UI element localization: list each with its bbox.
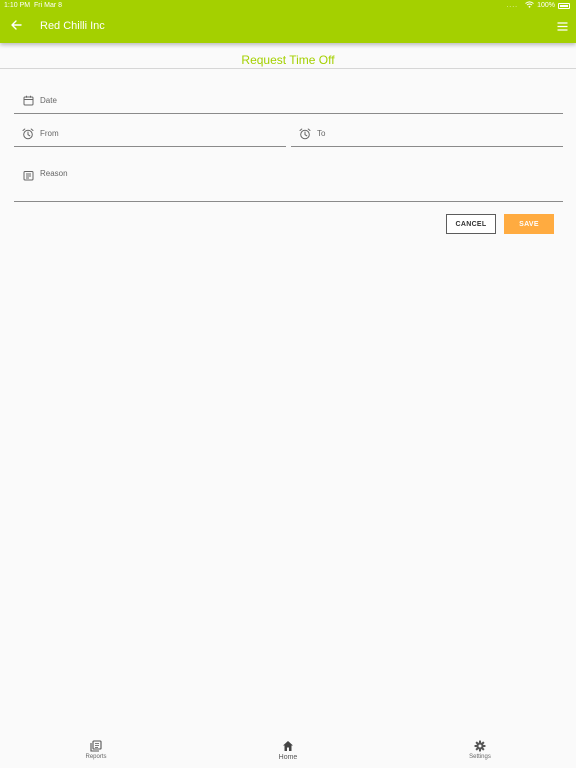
notes-icon	[22, 169, 34, 181]
from-label: From	[40, 129, 59, 138]
wifi-icon	[525, 1, 534, 10]
app-title: Red Chilli Inc	[40, 20, 105, 32]
from-time-field[interactable]: From	[14, 121, 286, 147]
tab-label: Reports	[85, 754, 107, 760]
tab-reports[interactable]: Reports	[66, 740, 126, 760]
date-label: Date	[40, 96, 57, 105]
battery-icon	[558, 2, 570, 9]
to-time-field[interactable]: To	[291, 121, 563, 147]
reason-field[interactable]: Reason	[14, 165, 563, 202]
app-bar: 1:10 PM Fri Mar 8 .... 100% Red Chilli I…	[0, 0, 576, 43]
calendar-icon	[22, 95, 34, 107]
bottom-nav: Reports Home Settings	[0, 735, 576, 768]
hamburger-menu-icon	[557, 18, 568, 36]
battery-percent: 100%	[537, 2, 555, 9]
status-time: 1:10 PM	[4, 2, 31, 9]
title-divider	[0, 68, 576, 69]
gear-icon	[474, 740, 486, 752]
page-title: Request Time Off	[241, 53, 335, 67]
arrow-left-icon	[10, 17, 22, 35]
alarm-clock-icon	[22, 128, 34, 140]
menu-button[interactable]	[556, 21, 568, 33]
tab-label: Home	[278, 754, 298, 761]
tab-settings[interactable]: Settings	[450, 740, 510, 760]
tab-home[interactable]: Home	[258, 740, 318, 761]
home-icon	[282, 740, 294, 752]
status-dots: ....	[506, 2, 519, 9]
save-button[interactable]: SAVE	[504, 214, 554, 234]
tab-label: Settings	[469, 754, 491, 760]
status-bar: 1:10 PM Fri Mar 8 .... 100%	[0, 0, 576, 12]
reason-label: Reason	[40, 169, 68, 178]
status-indicators: .... 100%	[506, 1, 570, 10]
status-date: Fri Mar 8	[34, 2, 62, 9]
back-button[interactable]	[9, 19, 23, 33]
cancel-button[interactable]: CANCEL	[446, 214, 496, 234]
to-label: To	[317, 129, 326, 138]
reports-icon	[90, 740, 102, 752]
date-field[interactable]: Date	[14, 88, 563, 114]
alarm-clock-icon	[299, 128, 311, 140]
